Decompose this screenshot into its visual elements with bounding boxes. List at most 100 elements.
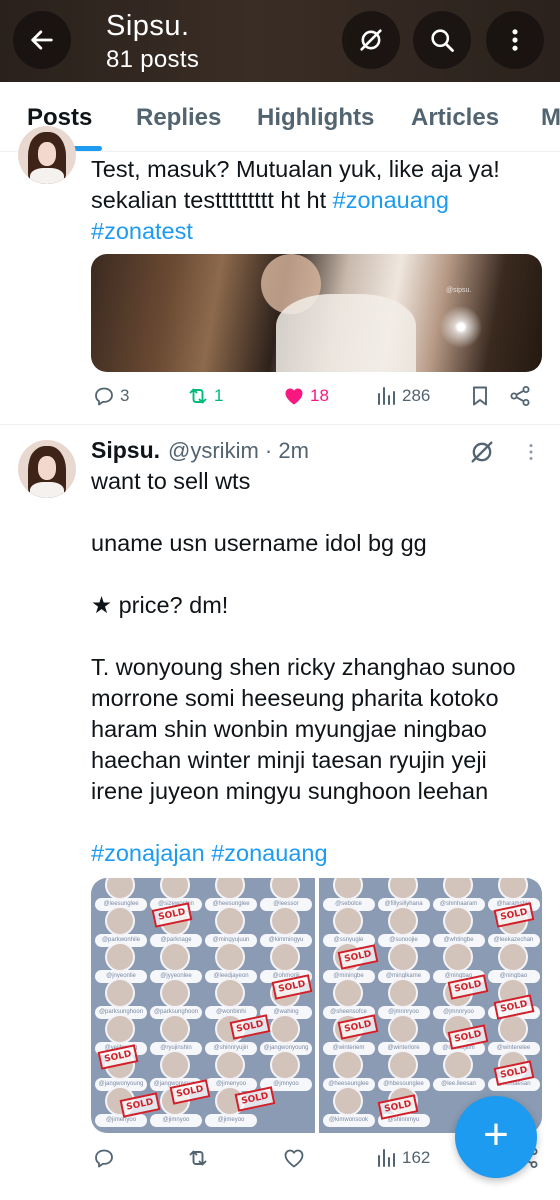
repost-count: 1: [214, 386, 224, 405]
share-icon: [510, 386, 530, 406]
share-button[interactable]: [508, 384, 532, 408]
post-count: 81 posts: [106, 46, 200, 73]
sheet-photo: [215, 878, 245, 900]
sheet-photo: [387, 906, 418, 936]
sheet-photo: [332, 1050, 363, 1080]
hashtag-link[interactable]: #zonatest: [91, 218, 193, 244]
notifications-off-button[interactable]: [342, 11, 400, 69]
analytics-icon: [378, 1149, 395, 1167]
sheet-photo: [332, 1086, 363, 1116]
view-count: 286: [402, 386, 431, 405]
tweet-author: Sipsu. @ysrikim · 2m: [91, 437, 309, 464]
sheet-photo: [387, 978, 418, 1008]
sheet-photo: [215, 1050, 245, 1080]
bookmark-icon: [473, 386, 487, 406]
image-watermark: @sipsu.: [446, 287, 472, 294]
more-vertical-icon[interactable]: [520, 440, 542, 464]
heart-icon: [284, 1149, 304, 1168]
sheet-photo: [387, 1050, 418, 1080]
sheet-photo: [215, 978, 245, 1008]
tweet-image[interactable]: @sipsu.: [91, 254, 542, 372]
views-button[interactable]: 162: [374, 1146, 430, 1170]
sheet-photo: [215, 906, 245, 936]
author-handle-time[interactable]: @ysrikim · 2m: [168, 438, 309, 464]
sheet-photo: [387, 942, 418, 972]
sheet-photo: [332, 878, 363, 900]
repost-icon: [189, 1150, 207, 1166]
sheet-photo: [387, 1014, 418, 1044]
sheet-photo: [270, 878, 300, 900]
hashtag-link[interactable]: #zonajajan: [91, 840, 205, 866]
sheet-photo: [105, 978, 135, 1008]
tweet-divider: [0, 424, 560, 425]
sheet-photo: [497, 878, 528, 900]
sheet-photo: [215, 942, 245, 972]
sheet-photo: [497, 942, 528, 972]
sheet-photo: [270, 906, 300, 936]
sheet-photo: [160, 1050, 190, 1080]
analytics-icon: [378, 387, 395, 405]
sheet-photo: [270, 942, 300, 972]
sheet-photo: [105, 878, 135, 900]
tweet-image-gallery: @leesunglee@sizewonbin@heesunglee@leesso…: [91, 878, 542, 1133]
sheet-photo: [270, 1014, 300, 1044]
repost-button[interactable]: 1: [186, 384, 223, 408]
reply-button[interactable]: [92, 1146, 116, 1170]
heart-filled-icon: [285, 388, 303, 405]
tweet-image[interactable]: @leesunglee@sizewonbin@heesunglee@leesso…: [91, 878, 315, 1133]
views-button[interactable]: 286: [374, 384, 430, 408]
sheet-photo: [442, 942, 473, 972]
sheet-photo: [387, 878, 418, 900]
like-button[interactable]: 18: [282, 384, 329, 408]
sheet-photo: [160, 942, 190, 972]
compose-post-button[interactable]: +: [455, 1096, 537, 1178]
more-options-button[interactable]: [486, 11, 544, 69]
like-button[interactable]: [282, 1146, 306, 1170]
like-count: 18: [310, 386, 329, 405]
tweet-actions: 3 1 18 286: [0, 384, 560, 416]
sheet-photo: [160, 1014, 190, 1044]
sheet-photo: [332, 978, 363, 1008]
sheet-photo: [160, 978, 190, 1008]
sheet-photo: [160, 878, 190, 900]
sheet-photo: [442, 878, 473, 900]
search-icon: [431, 29, 454, 52]
tweet-text: want to sell wts uname usn username idol…: [91, 468, 516, 866]
profile-name: Sipsu.: [106, 10, 190, 42]
repost-icon: [189, 388, 207, 404]
hashtag-link[interactable]: #zonauang: [333, 187, 449, 213]
bookmark-button[interactable]: [468, 384, 492, 408]
notification-off-icon: [360, 29, 382, 51]
sheet-photo: [332, 906, 363, 936]
avatar[interactable]: [18, 440, 76, 498]
reply-icon: [95, 387, 113, 406]
repost-button[interactable]: [186, 1146, 210, 1170]
tab-media[interactable]: M: [541, 104, 560, 132]
tweet-image[interactable]: @sebolce @fillysillyhana @shinhaaram @haram…: [318, 878, 542, 1133]
reply-button[interactable]: 3: [92, 384, 129, 408]
tweet-text: Test, masuk? Mutualan yuk, like aja ya! …: [91, 156, 500, 244]
arrow-left-icon: [31, 30, 53, 50]
tab-replies[interactable]: Replies: [136, 104, 221, 132]
sheet-photo: [270, 1050, 300, 1080]
reply-icon: [95, 1149, 113, 1168]
reply-count: 3: [120, 386, 130, 405]
notification-off-icon[interactable]: [468, 438, 496, 466]
profile-tabs: Posts Replies Highlights Articles M: [0, 82, 560, 152]
author-name[interactable]: Sipsu.: [91, 437, 160, 464]
sheet-photo: [442, 1050, 473, 1080]
back-button[interactable]: [13, 11, 71, 69]
avatar[interactable]: [18, 126, 76, 184]
hashtag-link[interactable]: #zonauang: [211, 840, 327, 866]
plus-icon: +: [483, 1110, 509, 1159]
tab-articles[interactable]: Articles: [411, 104, 499, 132]
sheet-photo: [105, 906, 135, 936]
profile-header: Sipsu. 81 posts: [0, 0, 560, 82]
view-count: 162: [402, 1148, 431, 1167]
sheet-photo: [105, 1014, 135, 1044]
sheet-photo: [442, 906, 473, 936]
search-button[interactable]: [413, 11, 471, 69]
more-vertical-icon: [512, 29, 518, 51]
tab-highlights[interactable]: Highlights: [257, 104, 374, 132]
sheet-photo: [105, 942, 135, 972]
